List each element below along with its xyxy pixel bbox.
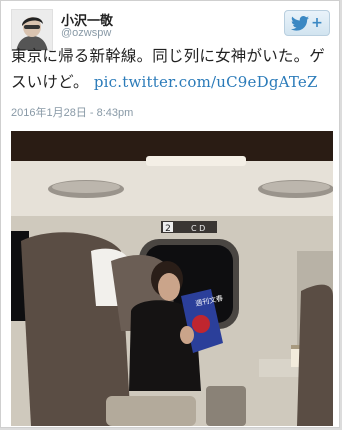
follow-button[interactable]: + [284,10,330,36]
train-interior-photo: 2 C D 週刊文春 [11,131,333,426]
tweet-link[interactable]: pic.twitter.com/uC9eDgATeZ [94,73,318,91]
tweet-card: 小沢一敬 @ozwspw + 東京に帰る新幹線。同じ列に女神がいた。ゲスいけど。… [0,0,340,428]
seat-number-text: 2 [165,224,171,234]
twitter-bird-icon [291,15,310,31]
user-handle[interactable]: @ozwspw [61,27,111,39]
follow-plus-label: + [311,15,323,31]
tweet-text: 東京に帰る新幹線。同じ列に女神がいた。ゲスいけど。 pic.twitter.co… [11,43,333,95]
tweet-photo[interactable]: 2 C D 週刊文春 [11,131,333,426]
tweet-timestamp[interactable]: 2016年1月28日 - 8:43pm [11,104,133,120]
seat-letters-text: C D [191,224,205,233]
